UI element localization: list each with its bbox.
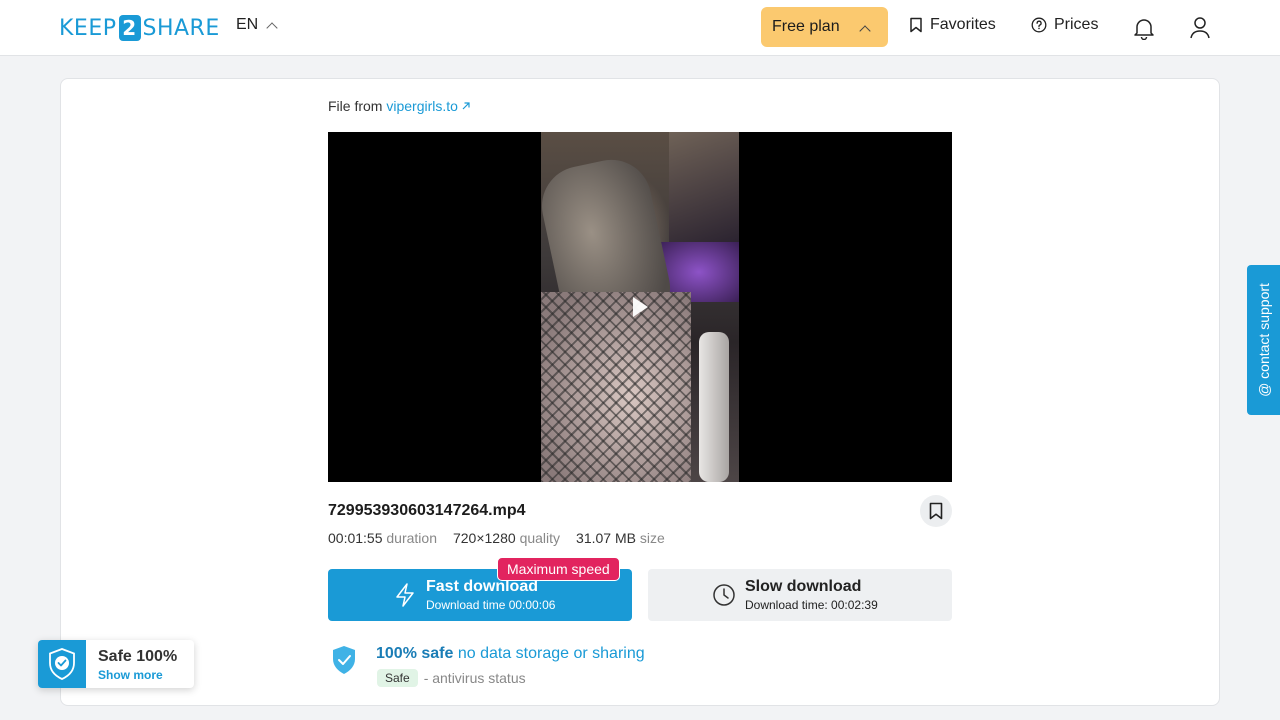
thumbnail-background xyxy=(669,132,739,242)
thumbnail-chair xyxy=(699,332,729,482)
duration-value: 00:01:55 xyxy=(328,530,383,546)
add-to-favorites-button[interactable] xyxy=(920,495,952,527)
show-more-link[interactable]: Show more xyxy=(98,668,163,682)
prices-label: Prices xyxy=(1054,16,1099,33)
video-player[interactable] xyxy=(328,132,952,482)
logo-text-right: SHARE xyxy=(142,15,220,41)
bookmark-icon xyxy=(929,502,943,520)
bell-icon xyxy=(1134,19,1154,40)
favorites-link[interactable]: Favorites xyxy=(909,16,996,34)
clock-icon xyxy=(713,584,735,606)
logo-text-middle: 2 xyxy=(118,15,141,41)
duration-label: duration xyxy=(386,530,437,546)
size-value: 31.07 MB xyxy=(576,530,636,546)
favorites-label: Favorites xyxy=(930,16,996,33)
account-button[interactable] xyxy=(1186,14,1214,42)
contact-support-tab[interactable]: @ contact support xyxy=(1247,265,1280,415)
slow-download-button[interactable]: Slow download Download time: 00:02:39 xyxy=(648,569,952,621)
chevron-up-icon xyxy=(859,25,871,37)
plan-label: Free plan xyxy=(772,18,840,35)
size-label: size xyxy=(639,530,665,546)
file-meta: 00:01:55 duration 720×1280 quality 31.07… xyxy=(328,530,665,546)
antivirus-status: Safe - antivirus status xyxy=(377,669,526,687)
safe-widget-title: Safe 100% xyxy=(98,648,178,665)
free-plan-button[interactable]: Free plan xyxy=(761,7,888,47)
meta-quality: 720×1280 quality xyxy=(453,530,560,546)
file-source: File from vipergirls.to xyxy=(328,98,471,114)
source-link[interactable]: vipergirls.to xyxy=(386,98,471,114)
max-speed-badge: Maximum speed xyxy=(497,557,620,581)
slow-download-time: Download time: 00:02:39 xyxy=(745,598,878,612)
safe-widget[interactable]: Safe 100% Show more xyxy=(38,640,194,688)
file-name: 729953930603147264.mp4 xyxy=(328,502,526,519)
shield-check-icon xyxy=(49,648,75,680)
bookmark-icon xyxy=(910,17,922,33)
fast-download-time: Download time 00:00:06 xyxy=(426,598,556,612)
chevron-up-icon xyxy=(266,21,278,34)
keep2share-logo[interactable]: KEEP 2 SHARE xyxy=(59,14,220,42)
file-from-label: File from xyxy=(328,98,383,114)
safety-shield xyxy=(330,644,358,681)
top-header: KEEP 2 SHARE EN Free plan Favorites Prices xyxy=(0,0,1280,56)
safe-widget-icon-box xyxy=(38,640,86,688)
safety-headline-rest: no data storage or sharing xyxy=(457,645,645,662)
play-icon[interactable] xyxy=(633,297,648,317)
quality-value: 720×1280 xyxy=(452,530,516,546)
safety-headline-bold: 100% safe xyxy=(376,645,454,662)
help-circle-icon xyxy=(1031,17,1047,33)
language-selector[interactable]: EN xyxy=(236,16,278,34)
lightning-icon xyxy=(396,583,414,607)
source-link-text: vipergirls.to xyxy=(386,98,458,114)
thumbnail-figure-lower xyxy=(541,292,691,482)
user-icon xyxy=(1190,17,1210,39)
contact-support-label: @ contact support xyxy=(1255,283,1272,397)
quality-label: quality xyxy=(519,530,561,546)
language-label: EN xyxy=(236,16,259,33)
safety-headline: 100% safe no data storage or sharing xyxy=(376,645,645,663)
shield-check-icon xyxy=(333,646,355,674)
meta-size: 31.07 MB size xyxy=(576,530,665,546)
prices-link[interactable]: Prices xyxy=(1031,16,1098,34)
slow-download-title: Slow download xyxy=(745,578,862,595)
antivirus-status-text: - antivirus status xyxy=(423,670,526,686)
meta-duration: 00:01:55 duration xyxy=(328,530,437,546)
notifications-button[interactable] xyxy=(1130,14,1158,42)
safe-badge: Safe xyxy=(377,669,418,687)
logo-text-left: KEEP xyxy=(59,15,117,41)
external-link-icon xyxy=(462,102,470,110)
